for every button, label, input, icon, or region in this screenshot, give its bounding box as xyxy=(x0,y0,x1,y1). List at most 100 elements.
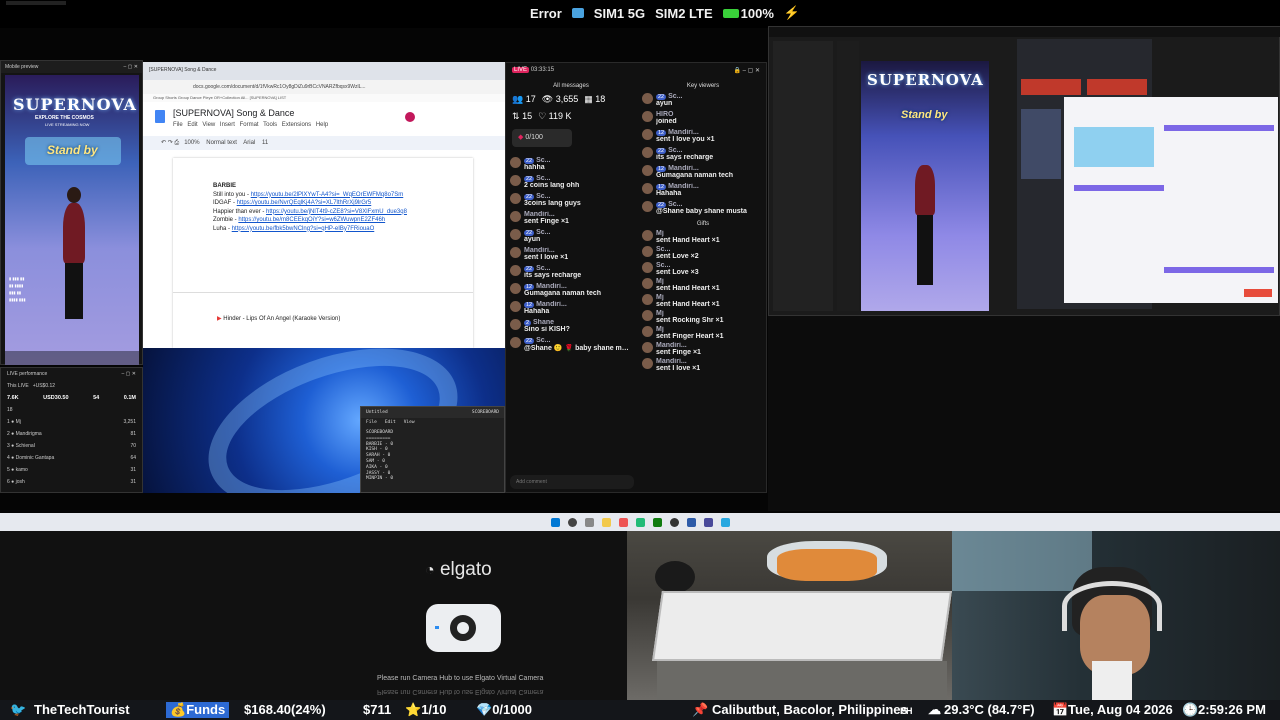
doc-link[interactable]: https://youtu.be/m8CEEkqOiY?si=w6ZWuwpnE… xyxy=(238,217,385,223)
avatar[interactable] xyxy=(405,112,415,122)
username[interactable]: Mj xyxy=(656,310,664,317)
app-icon[interactable] xyxy=(720,517,730,527)
search-icon[interactable] xyxy=(567,517,577,527)
menu-edit[interactable]: Edit xyxy=(385,420,396,425)
avatar[interactable] xyxy=(510,319,521,330)
avatar[interactable] xyxy=(642,310,653,321)
bookmarks-bar[interactable]: Group Shorts Group Dance Pleye OR+Collec… xyxy=(143,94,505,102)
comment-input[interactable]: Add comment xyxy=(510,475,634,489)
zoom-select[interactable]: 100% xyxy=(184,140,199,146)
avatar[interactable] xyxy=(642,262,653,273)
file-explorer-icon[interactable] xyxy=(601,517,611,527)
address-bar[interactable]: docs.google.com/document/d/1fVkwRc1Oy8gD… xyxy=(143,80,505,94)
avatar[interactable] xyxy=(642,326,653,337)
chat-message[interactable]: 12 Mandiri... Hahaha xyxy=(638,181,768,199)
avatar[interactable] xyxy=(642,294,653,305)
avatar[interactable] xyxy=(642,358,653,369)
xbox-icon[interactable] xyxy=(652,517,662,527)
chat-message[interactable]: Mj sent Hand Heart ×1 xyxy=(638,293,768,309)
chat-message[interactable]: Mj sent Finger Heart ×1 xyxy=(638,325,768,341)
chat-message[interactable]: 12 Mandiri... sent I love you ×1 xyxy=(638,127,768,145)
app-icon[interactable] xyxy=(686,517,696,527)
chat-message[interactable]: Mandiri... sent Finge ×1 xyxy=(638,341,768,357)
avatar[interactable] xyxy=(510,175,521,186)
chat-message[interactable]: 22 Sc... ayun xyxy=(638,91,768,109)
username[interactable]: Mandiri... xyxy=(668,183,699,190)
avatar[interactable] xyxy=(642,165,653,176)
username[interactable]: Sc... xyxy=(536,265,550,272)
username[interactable]: Sc... xyxy=(536,157,550,164)
chat-message[interactable]: 22 Sc... hahha xyxy=(506,155,636,173)
avatar[interactable] xyxy=(642,246,653,257)
username[interactable]: Mandiri... xyxy=(656,342,687,349)
avatar[interactable] xyxy=(510,301,521,312)
settings-dialog[interactable] xyxy=(1064,97,1278,303)
username[interactable]: Shane xyxy=(533,319,554,326)
avatar[interactable] xyxy=(642,129,653,140)
chat-message[interactable]: Mandiri... sent I love ×1 xyxy=(506,245,636,263)
doc-link[interactable]: https://youtu.be/2lPlXYwT-A4?si=_WqEOrEW… xyxy=(251,192,404,198)
chat-message[interactable]: 22 Sc... its says recharge xyxy=(506,263,636,281)
goal-widget[interactable]: ◆ 0/100 xyxy=(512,129,572,147)
avatar[interactable] xyxy=(642,111,653,122)
username[interactable]: Mj xyxy=(656,326,664,333)
avatar[interactable] xyxy=(510,247,521,258)
username[interactable]: Mandiri... xyxy=(536,283,567,290)
username[interactable]: Mandiri... xyxy=(524,211,555,218)
avatar[interactable] xyxy=(642,93,653,104)
doc-title[interactable]: [SUPERNOVA] Song & Dance xyxy=(173,108,294,118)
username[interactable]: Mandiri... xyxy=(656,358,687,365)
username[interactable]: Sc... xyxy=(536,193,550,200)
window-controls[interactable]: – ▢ ✕ xyxy=(122,371,136,377)
username[interactable]: Sc... xyxy=(668,93,682,100)
chat-message[interactable]: 22 Sc... @Shane 🙂 🌹 baby shane musta xyxy=(506,335,636,354)
chat-message[interactable]: 22 Sc... ayun xyxy=(506,227,636,245)
username[interactable]: Sc... xyxy=(656,262,670,269)
obs-sources-panel[interactable] xyxy=(837,41,859,311)
font-select[interactable]: Arial xyxy=(243,140,255,146)
avatar[interactable] xyxy=(510,157,521,168)
chat-message[interactable]: HIRO joined xyxy=(638,109,768,127)
chat-message[interactable]: 12 Mandiri... Hahaha xyxy=(506,299,636,317)
chat-message[interactable]: 22 Sc... @Shane baby shane musta xyxy=(638,199,768,217)
font-size[interactable]: 11 xyxy=(262,140,268,146)
mixer-button[interactable] xyxy=(1021,79,1081,95)
obs-icon[interactable] xyxy=(669,517,679,527)
username[interactable]: Mandiri... xyxy=(524,247,555,254)
chat-message[interactable]: Mj sent Rocking Shr ×1 xyxy=(638,309,768,325)
task-view-icon[interactable] xyxy=(584,517,594,527)
chat-message[interactable]: 22 Sc... 2 coins lang ohh xyxy=(506,173,636,191)
avatar[interactable] xyxy=(642,230,653,241)
brave-icon[interactable] xyxy=(618,517,628,527)
doc-link[interactable]: https://youtu.be/NvrQEqlKj4A?si=XL7lthRr… xyxy=(237,200,372,206)
obs-scenes-panel[interactable] xyxy=(773,41,833,311)
username[interactable]: Mandiri... xyxy=(668,165,699,172)
menu-view[interactable]: View xyxy=(404,420,415,425)
username[interactable]: Sc... xyxy=(536,229,550,236)
username[interactable]: Sc... xyxy=(536,175,550,182)
username[interactable]: HIRO xyxy=(656,111,674,118)
username[interactable]: Sc... xyxy=(656,246,670,253)
browser-tab[interactable]: [SUPERNOVA] Song & Dance xyxy=(143,62,505,80)
avatar[interactable] xyxy=(642,147,653,158)
chat-message[interactable]: Mandiri... sent I love ×1 xyxy=(638,357,768,373)
avatar[interactable] xyxy=(510,265,521,276)
username[interactable]: Sc... xyxy=(668,147,682,154)
avatar[interactable] xyxy=(510,337,521,348)
chat-message[interactable]: 22 Sc... its says recharge xyxy=(638,145,768,163)
avatar[interactable] xyxy=(510,229,521,240)
avatar[interactable] xyxy=(642,342,653,353)
username[interactable]: Mj xyxy=(656,294,664,301)
chat-message[interactable]: 2 Shane Sino si KISH? xyxy=(506,317,636,335)
start-icon[interactable] xyxy=(550,517,560,527)
undo-icon[interactable]: ↶ ↷ ⎙ xyxy=(161,140,179,146)
app-icon[interactable] xyxy=(703,517,713,527)
username[interactable]: Mj xyxy=(656,278,664,285)
chat-message[interactable]: Sc... sent Love ×2 xyxy=(638,245,768,261)
username[interactable]: Mj xyxy=(656,230,664,237)
chat-message[interactable]: 12 Mandiri... Gumagana naman tech xyxy=(638,163,768,181)
notepad-text[interactable]: SCOREBOARD ========= BARBIE - 0 KISH - 0… xyxy=(361,427,504,485)
docs-menu[interactable]: File Edit View Insert Format Tools Exten… xyxy=(173,122,328,128)
username[interactable]: Sc... xyxy=(536,337,550,344)
window-controls[interactable]: 🔒 – ▢ ✕ xyxy=(733,67,760,74)
